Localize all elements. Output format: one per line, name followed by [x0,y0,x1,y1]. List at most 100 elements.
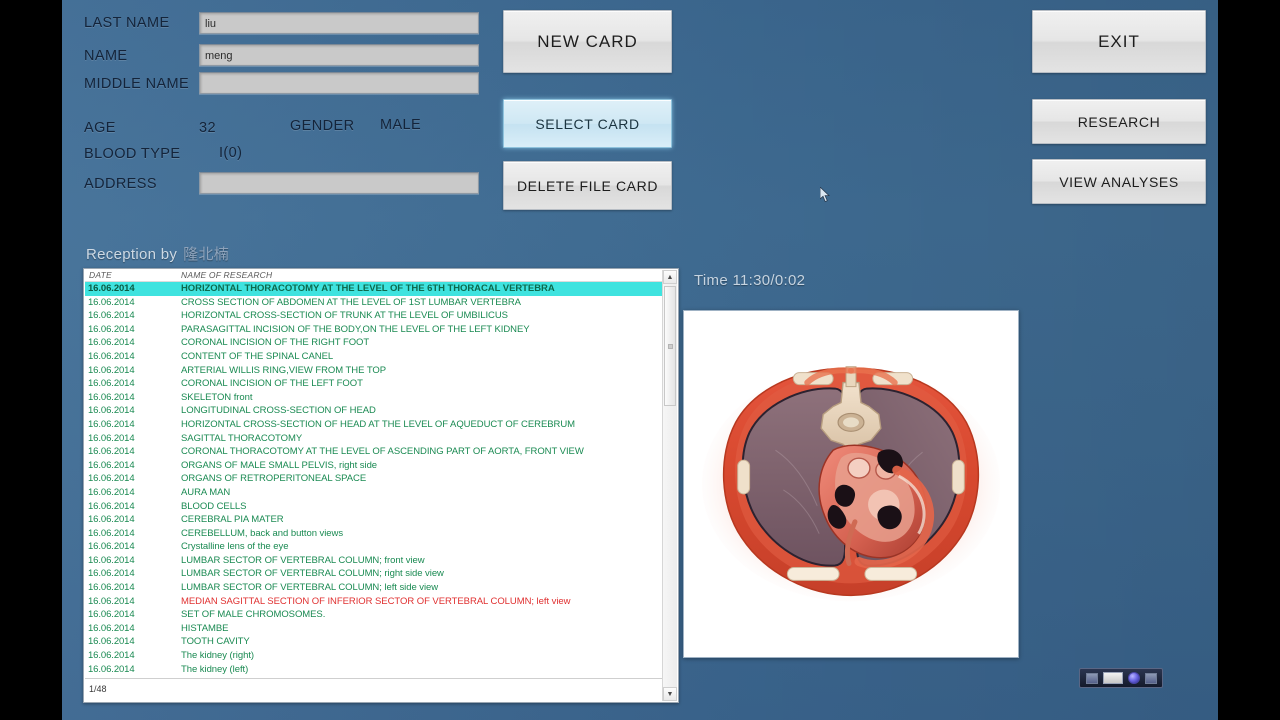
name-input[interactable]: meng [199,44,479,66]
row-date: 16.06.2014 [88,445,135,459]
select-card-button[interactable]: SELECT CARD [503,99,672,148]
middle-name-input[interactable] [199,72,479,94]
table-row[interactable]: 16.06.2014 MEDIAN SAGITTAL SECTION OF INF… [85,595,663,609]
row-date: 16.06.2014 [88,527,135,541]
toolbar-globe-icon[interactable] [1128,672,1140,684]
row-research-name: LONGITUDINAL CROSS-SECTION OF HEAD [181,404,376,418]
table-row[interactable]: 16.06.2014CROSS SECTION OF ABDOMEN AT TH… [85,296,663,310]
delete-file-card-button[interactable]: DELETE FILE CARD [503,161,672,210]
scrollbar-thumb[interactable] [664,286,676,406]
table-row[interactable]: 16.06.2014The kidney (right) [85,649,663,663]
mini-toolbar[interactable] [1079,668,1163,688]
last-name-input[interactable]: liu [199,12,479,34]
table-row[interactable]: 16.06.2014 SKELETON front [85,391,663,405]
table-row[interactable]: 16.06.2014HORIZONTAL THORACOTOMY AT THE … [85,282,663,296]
table-row[interactable]: 16.06.2014 ARTERIAL WILLIS RING,VIEW FROM… [85,364,663,378]
row-date: 16.06.2014 [88,581,135,595]
list-header: DATE NAME OF RESEARCH [85,270,663,282]
row-date: 16.06.2014 [88,296,135,310]
gender-value: MALE [380,117,421,133]
row-research-name: LUMBAR SECTOR OF VERTEBRAL COLUMN; right… [181,567,444,581]
address-input[interactable] [199,172,479,194]
row-date: 16.06.2014 [88,364,135,378]
table-row[interactable]: 16.06.2014 CONTENT OF THE SPINAL CANEL [85,350,663,364]
toolbar-window-icon[interactable] [1103,672,1123,684]
reception-line: Reception by隆北楠 [86,243,229,264]
table-row[interactable]: 16.06.2014LUMBAR SECTOR OF VERTEBRAL COL… [85,581,663,595]
row-research-name: CORONAL INCISION OF THE LEFT FOOT [181,377,363,391]
row-date: 16.06.2014 [88,663,135,677]
table-row[interactable]: 16.06.2014 CORONAL INCISION OF THE LEFT F… [85,377,663,391]
row-research-name: HORIZONTAL CROSS-SECTION OF HEAD AT THE … [181,418,575,432]
list-rows[interactable]: 16.06.2014 HORIZONTAL THORACOTOMY AT THE … [85,282,663,678]
row-date: 16.06.2014 [88,554,135,568]
toolbar-settings-icon[interactable] [1145,673,1157,684]
scroll-down-arrow[interactable]: ▼ [663,687,677,701]
table-row[interactable]: 16.06.2014ORGANS OF MALE SMALL PELVIS, r… [85,459,663,473]
table-row[interactable]: 16.06.2014 CEREBRAL PIA MATER [85,513,663,527]
table-row[interactable]: 16.06.2014ORGANS OF RETROPERITONEAL SPAC… [85,472,663,486]
row-research-name: ORGANS OF RETROPERITONEAL SPACE [181,472,366,486]
row-research-name: BLOOD CELLS [181,500,246,514]
row-research-name: ORGANS OF MALE SMALL PELVIS, right side [181,459,377,473]
row-research-name: HISTAMBE [181,622,228,636]
table-row[interactable]: 16.06.2014 LUMBAR SECTOR OF VERTEBRAL COL… [85,567,663,581]
table-row[interactable]: 16.06.2014CORONAL INCISION OF THE RIGHT … [85,336,663,350]
row-date: 16.06.2014 [88,418,135,432]
anatomy-image-frame[interactable] [683,310,1019,658]
row-research-name: CONTENT OF THE SPINAL CANEL [181,350,333,364]
table-row[interactable]: 16.06.2014 LONGITUDINAL CROSS-SECTION OF … [85,404,663,418]
table-row[interactable]: 16.06.2014CEREBELLUM, back and button vi… [85,527,663,541]
row-date: 16.06.2014 [88,595,135,609]
toolbar-capture-icon[interactable] [1086,673,1098,684]
row-research-name: The kidney (left) [181,663,248,677]
row-date: 16.06.2014 [88,500,135,514]
row-research-name: HORIZONTAL THORACOTOMY AT THE LEVEL OF T… [181,282,555,296]
row-date: 16.06.2014 [88,513,135,527]
table-row[interactable]: 16.06.2014CORONAL THORACOTOMY AT THE LEV… [85,445,663,459]
row-date: 16.06.2014 [88,404,135,418]
letterbox-right [1218,0,1280,720]
table-row[interactable]: 16.06.2014TOOTH CAVITY [85,635,663,649]
table-row[interactable]: 16.06.2014 The kidney (left) [85,663,663,677]
research-list[interactable]: DATE NAME OF RESEARCH 16.06.2014HORIZONT… [83,268,679,703]
row-date: 16.06.2014 [88,391,135,405]
row-research-name: CEREBRAL PIA MATER [181,513,284,527]
row-research-name: PARASAGITTAL INCISION OF THE BODY,ON THE… [181,323,530,337]
exit-button[interactable]: EXIT [1032,10,1206,73]
row-research-name: SAGITTAL THORACOTOMY [181,432,302,446]
label-address: ADDRESS [84,176,157,192]
row-date: 16.06.2014 [88,622,135,636]
table-row[interactable]: 16.06.2014SAGITTAL THORACOTOMY [85,432,663,446]
table-row[interactable]: 16.06.2014 BLOOD CELLS [85,500,663,514]
table-row[interactable]: 16.06.2014 HISTAMBE [85,622,663,636]
row-date: 16.06.2014 [88,350,135,364]
new-card-button[interactable]: NEW CARD [503,10,672,73]
research-button[interactable]: RESEARCH [1032,99,1206,144]
row-date: 16.06.2014 [88,608,135,622]
label-name: NAME [84,48,128,64]
age-value: 32 [199,120,216,136]
time-label: Time 11:30/0:02 [694,272,805,289]
row-research-name: SKELETON front [181,391,252,405]
list-footer: 1/48 [85,678,663,701]
table-row[interactable]: 16.06.2014PARASAGITTAL INCISION OF THE B… [85,323,663,337]
scroll-up-arrow[interactable]: ▲ [663,270,677,284]
row-date: 16.06.2014 [88,377,135,391]
row-research-name: CORONAL INCISION OF THE RIGHT FOOT [181,336,369,350]
list-header-name: NAME OF RESEARCH [181,270,272,280]
table-row[interactable]: 16.06.2014HORIZONTAL CROSS-SECTION OF TR… [85,309,663,323]
row-research-name: ARTERIAL WILLIS RING,VIEW FROM THE TOP [181,364,386,378]
table-row[interactable]: 16.06.2014AURA MAN [85,486,663,500]
table-row[interactable]: 16.06.2014SET OF MALE CHROMOSOMES. [85,608,663,622]
row-research-name: The kidney (right) [181,649,254,663]
letterbox-left [0,0,62,720]
label-last-name: LAST NAME [84,15,170,31]
table-row[interactable]: 16.06.2014Crystalline lens of the eye [85,540,663,554]
row-date: 16.06.2014 [88,567,135,581]
table-row[interactable]: 16.06.2014LUMBAR SECTOR OF VERTEBRAL COL… [85,554,663,568]
row-research-name: MEDIAN SAGITTAL SECTION OF INFERIOR SECT… [181,595,570,609]
list-scrollbar[interactable]: ▲ ▼ [662,270,677,701]
table-row[interactable]: 16.06.2014 HORIZONTAL CROSS-SECTION OF HE… [85,418,663,432]
view-analyses-button[interactable]: VIEW ANALYSES [1032,159,1206,204]
